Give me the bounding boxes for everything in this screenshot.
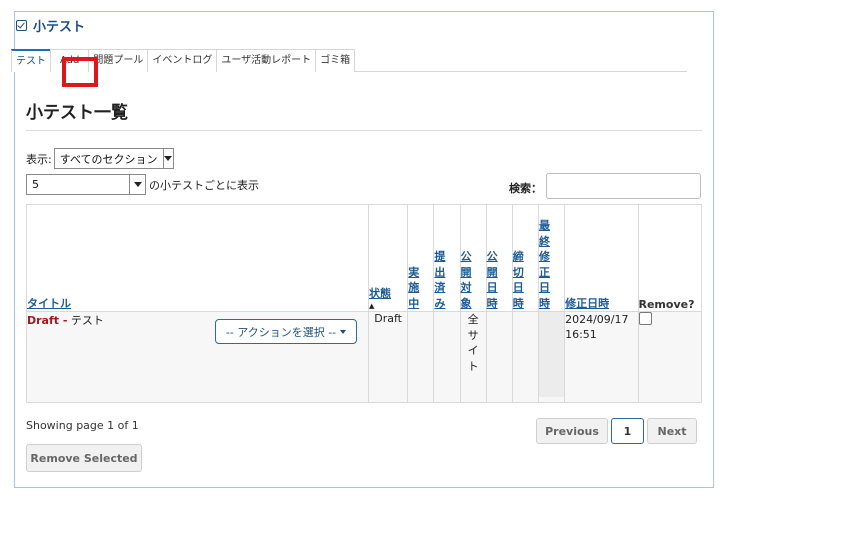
tool-title-text: 小テスト <box>33 20 86 35</box>
tab-question-pool[interactable]: 問題プール <box>88 49 149 72</box>
chevron-down-icon <box>129 175 145 194</box>
tab-event-log[interactable]: イベントログ <box>147 49 218 72</box>
remove-selected-button[interactable]: Remove Selected <box>26 444 142 472</box>
row-submitted <box>433 311 461 403</box>
tab-test[interactable]: テスト <box>11 49 51 72</box>
tab-add[interactable]: Add <box>50 49 90 72</box>
header-status-link[interactable]: 状態 <box>369 287 391 300</box>
row-remove <box>637 311 702 403</box>
tab-trash[interactable]: ゴミ箱 <box>315 49 356 72</box>
action-select-label: -- アクションを選択 -- <box>225 325 337 339</box>
divider <box>26 130 702 131</box>
empty-cell-shade <box>538 312 565 397</box>
sort-asc-icon: ▲ <box>369 302 375 310</box>
row-last-modified <box>537 311 566 403</box>
per-page-select[interactable]: 5 <box>26 174 146 195</box>
modified-time: 16:51 <box>565 328 597 341</box>
row-title-cell: Draft - テスト -- アクションを選択 -- <box>25 311 370 403</box>
checkbox-icon <box>16 20 27 31</box>
chevron-down-icon <box>162 149 173 168</box>
header-open-date[interactable]: 公開日時 <box>485 204 513 312</box>
vertical-label[interactable]: 実施中 <box>408 265 420 312</box>
pagination: Previous 1 Next <box>536 418 697 444</box>
header-last-modified[interactable]: 最終修正日時 <box>537 204 566 312</box>
section-select[interactable]: すべてのセクション <box>53 148 174 169</box>
caret-down-icon <box>340 329 347 334</box>
vertical-label[interactable]: 最終修正日時 <box>539 218 551 311</box>
previous-button[interactable]: Previous <box>536 418 608 444</box>
header-modified-date[interactable]: 修正日時 <box>564 204 639 312</box>
table-header-row: タイトル 状態 ▲ 実施中 提出済み 公開対象 公開日時 締切日時 最終修正日時… <box>25 204 702 312</box>
vertical-label[interactable]: 公開対象 <box>461 249 473 311</box>
per-page-suffix: の小テストごとに表示 <box>149 178 259 192</box>
row-release-to: 全サイト <box>459 311 487 403</box>
vertical-label[interactable]: 締切日時 <box>513 249 525 311</box>
header-modified-date-link[interactable]: 修正日時 <box>565 297 609 310</box>
search-input[interactable] <box>546 173 701 199</box>
modified-date: 2024/09/17 <box>565 313 629 326</box>
table-row: Draft - テスト -- アクションを選択 -- Draft 全サイト 20… <box>25 311 702 403</box>
header-due-date[interactable]: 締切日時 <box>511 204 539 312</box>
tool-title: 小テスト <box>16 16 85 35</box>
section-select-value: すべてのセクション <box>59 152 158 166</box>
section-filter: 表示: すべてのセクション <box>26 148 174 169</box>
vertical-label[interactable]: 公開日時 <box>487 249 499 311</box>
header-remove: Remove? <box>637 204 702 312</box>
header-title[interactable]: タイトル <box>25 204 370 312</box>
page-1-button[interactable]: 1 <box>611 418 644 444</box>
header-in-progress[interactable]: 実施中 <box>407 204 435 312</box>
release-to-value: 全サイト <box>467 313 479 373</box>
remove-checkbox[interactable] <box>638 312 652 325</box>
quiz-table: タイトル 状態 ▲ 実施中 提出済み 公開対象 公開日時 締切日時 最終修正日時… <box>25 204 702 403</box>
vertical-label[interactable]: 提出済み <box>434 249 446 311</box>
header-submitted[interactable]: 提出済み <box>433 204 461 312</box>
header-status[interactable]: 状態 ▲ <box>368 204 409 312</box>
show-label: 表示: <box>26 152 52 166</box>
header-release-to[interactable]: 公開対象 <box>459 204 487 312</box>
next-button[interactable]: Next <box>647 418 697 444</box>
search-label: 検索： <box>509 182 542 195</box>
row-due-date <box>511 311 539 403</box>
action-select-button[interactable]: -- アクションを選択 -- <box>215 319 357 344</box>
per-page-value: 5 <box>32 178 39 191</box>
row-in-progress <box>407 311 435 403</box>
row-open-date <box>485 311 513 403</box>
row-modified-date: 2024/09/17 16:51 <box>564 311 639 403</box>
pagination-status: Showing page 1 of 1 <box>26 419 139 432</box>
draft-label: Draft - <box>27 314 68 327</box>
quiz-title: テスト <box>70 314 104 327</box>
header-title-link[interactable]: タイトル <box>27 297 71 310</box>
tab-bar: テスト Add 問題プール イベントログ ユーザ活動レポート ゴミ箱 <box>11 49 687 72</box>
row-status: Draft <box>368 311 409 403</box>
page-title: 小テスト一覧 <box>26 103 128 123</box>
tab-user-activity-report[interactable]: ユーザ活動レポート <box>216 49 317 72</box>
per-page-control: 5 の小テストごとに表示 <box>26 174 259 195</box>
